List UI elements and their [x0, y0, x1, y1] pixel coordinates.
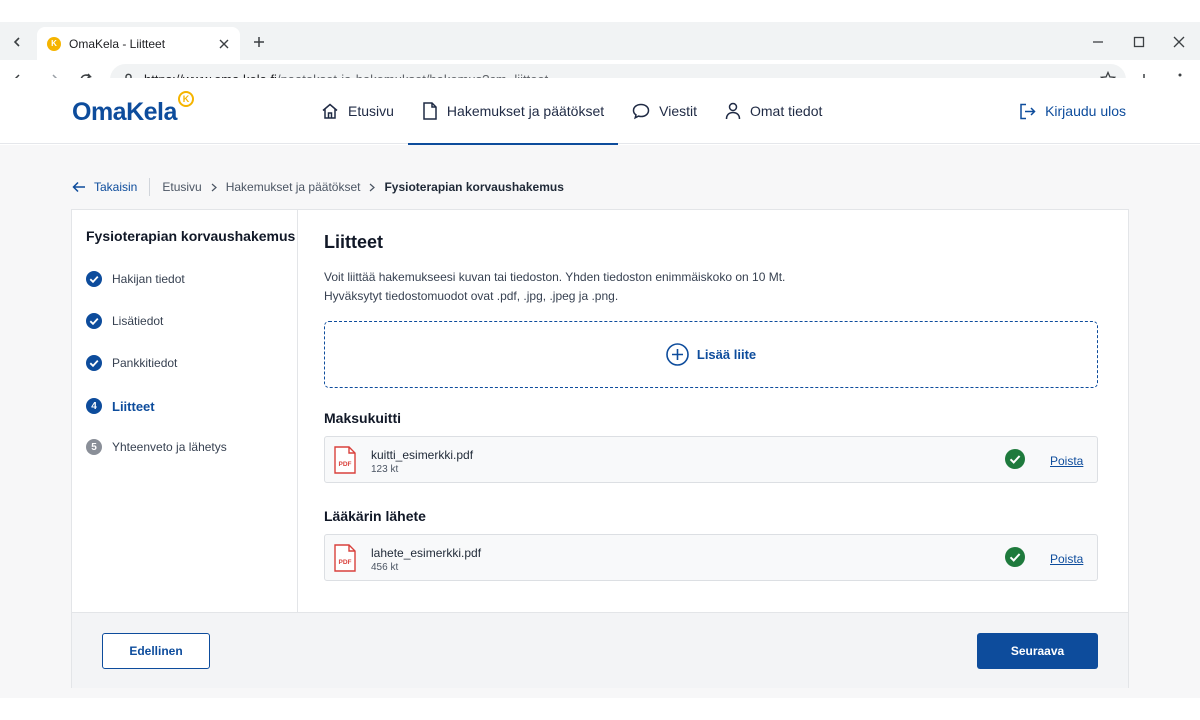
pdf-file-icon: PDF [334, 544, 356, 572]
nav-item-viestit[interactable]: Viestit [618, 78, 711, 144]
step-pankkitiedot[interactable]: Pankkitiedot [86, 353, 177, 373]
breadcrumb: Takaisin Etusivu Hakemukset ja päätökset… [72, 178, 564, 196]
pdf-type-label: PDF [339, 559, 352, 566]
kela-favicon-icon: K [47, 36, 61, 51]
step-label: Lisätiedot [112, 314, 164, 328]
step-label: Pankkitiedot [112, 356, 178, 370]
omakela-logo[interactable]: OmaKela [72, 98, 177, 127]
remove-file-link[interactable]: Poista [1050, 454, 1083, 468]
pdf-file-icon: PDF [334, 446, 356, 474]
pdf-type-label: PDF [339, 461, 352, 468]
page-title: Liitteet [324, 232, 384, 252]
step-number-badge: 5 [86, 439, 102, 455]
add-attachment-dropzone[interactable]: Lisää liite [324, 321, 1098, 388]
nav-item-etusivu[interactable]: Etusivu [307, 78, 408, 144]
application-card: Fysioterapian korvaushakemus Hakijan tie… [71, 209, 1129, 688]
next-button[interactable]: Seuraava [977, 633, 1098, 669]
sidebar-title: Fysioterapian korvaushakemus [86, 228, 296, 244]
tab-strip: K OmaKela - Liitteet [0, 22, 1200, 60]
logout-icon [1020, 103, 1036, 119]
nav-label: Etusivu [348, 103, 394, 119]
step-sidebar: Fysioterapian korvaushakemus Hakijan tie… [72, 210, 298, 612]
logout-link[interactable]: Kirjaudu ulos [1019, 78, 1126, 144]
back-label: Takaisin [94, 180, 138, 194]
check-circle-icon [86, 271, 102, 287]
maximize-button[interactable] [1128, 31, 1150, 53]
step-number-badge: 4 [86, 398, 102, 414]
step-label: Hakijan tiedot [112, 272, 185, 286]
file-name: lahete_esimerkki.pdf [371, 546, 482, 560]
logo-badge-icon: K [178, 91, 194, 107]
document-icon [423, 102, 437, 120]
check-circle-icon [86, 355, 102, 371]
step-hakijan-tiedot[interactable]: Hakijan tiedot [86, 269, 185, 289]
section-title-laakarin-lahete: Lääkärin lähete [324, 508, 426, 524]
close-icon [219, 39, 229, 48]
close-icon [1173, 36, 1185, 48]
previous-button[interactable]: Edellinen [102, 633, 210, 669]
step-label: Yhteenveto ja lähetys [112, 440, 227, 454]
user-icon [725, 102, 741, 120]
tab-close-button[interactable] [216, 36, 232, 52]
minimize-icon [1093, 41, 1103, 43]
step-label: Liitteet [112, 398, 155, 414]
step-lisatiedot[interactable]: Lisätiedot [86, 311, 163, 331]
check-circle-success-icon [1005, 547, 1025, 567]
breadcrumb-item-etusivu[interactable]: Etusivu [162, 180, 201, 194]
home-icon [322, 103, 338, 119]
add-attachment-label: Lisää liite [696, 347, 757, 362]
chevron-right-icon [211, 183, 217, 192]
nav-label: Viestit [659, 103, 697, 119]
chevron-left-icon [13, 37, 20, 47]
step-liitteet[interactable]: 4 Liitteet [86, 396, 155, 416]
file-name: kuitti_esimerkki.pdf [371, 448, 474, 462]
step-yhteenveto[interactable]: 5 Yhteenveto ja lähetys [86, 437, 227, 457]
file-row: PDF lahete_esimerkki.pdf 456 kt Poista [324, 534, 1098, 581]
intro-line: Hyväksytyt tiedostomuodot ovat .pdf, .jp… [324, 289, 619, 303]
check-circle-icon [86, 313, 102, 329]
section-title-maksukuitti: Maksukuitti [324, 410, 402, 426]
nav-item-hakemukset[interactable]: Hakemukset ja päätökset [407, 78, 619, 145]
new-tab-button[interactable] [248, 31, 270, 53]
nav-label: Hakemukset ja päätökset [446, 103, 605, 119]
file-size: 456 kt [371, 562, 399, 573]
maximize-icon [1133, 36, 1145, 48]
remove-file-link[interactable]: Poista [1050, 552, 1083, 566]
file-size: 123 kt [371, 464, 399, 475]
intro-text: Voit liittää hakemukseesi kuvan tai tied… [324, 268, 964, 306]
main-nav: Etusivu Hakemukset ja päätökset Viestit … [307, 78, 836, 145]
check-circle-success-icon [1005, 449, 1025, 469]
file-row: PDF kuitti_esimerkki.pdf 123 kt Poista [324, 436, 1098, 483]
browser-tab[interactable]: K OmaKela - Liitteet [37, 27, 240, 60]
breadcrumb-current: Fysioterapian korvaushakemus [384, 180, 564, 194]
tab-search-button[interactable] [6, 31, 28, 53]
plus-icon [254, 37, 264, 47]
nav-label: Omat tiedot [750, 103, 823, 119]
window-close-button[interactable] [1168, 31, 1190, 53]
breadcrumb-item-hakemukset[interactable]: Hakemukset ja päätökset [226, 180, 361, 194]
tab-title: OmaKela - Liitteet [69, 36, 166, 51]
arrow-left-icon [72, 181, 85, 193]
form-footer: Edellinen Seuraava [72, 612, 1128, 688]
minimize-button[interactable] [1087, 31, 1109, 53]
logout-label: Kirjaudu ulos [1045, 103, 1126, 119]
chat-icon [632, 103, 650, 120]
chevron-right-icon [369, 183, 376, 192]
plus-circle-icon [666, 343, 689, 366]
back-link[interactable]: Takaisin [72, 178, 151, 196]
intro-line: Voit liittää hakemukseesi kuvan tai tied… [324, 270, 786, 284]
site-header: OmaKela K Etusivu Hakemukset ja päätökse… [0, 78, 1200, 145]
nav-item-omat-tiedot[interactable]: Omat tiedot [711, 78, 836, 144]
